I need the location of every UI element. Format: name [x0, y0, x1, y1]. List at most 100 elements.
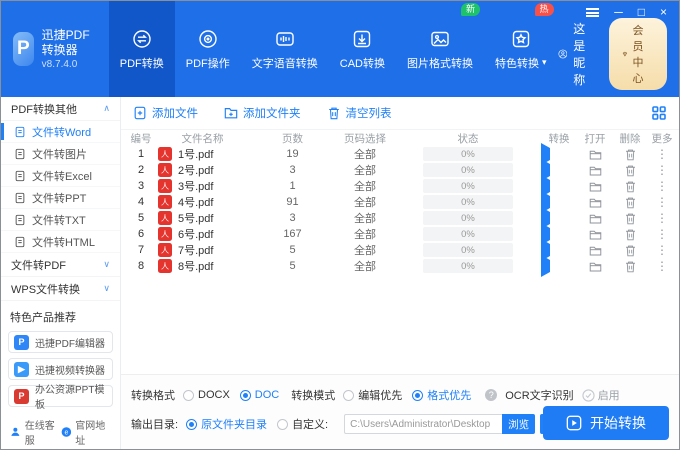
column-header: 打开 — [584, 132, 606, 145]
window-controls: ─ □ × — [586, 6, 667, 18]
trash-icon — [625, 197, 635, 208]
open-folder-button[interactable] — [577, 244, 613, 257]
vip-center-button[interactable]: 会员中心 — [608, 18, 667, 90]
ocr-enable-label: 启用 — [597, 390, 620, 402]
format-option[interactable]: DOC — [239, 389, 279, 401]
output-option[interactable]: 原文件夹目录 — [186, 416, 267, 432]
page-range-select[interactable]: 全部 — [335, 194, 395, 210]
page-range-select[interactable]: 全部 — [335, 210, 395, 226]
open-folder-button[interactable] — [577, 196, 613, 209]
open-folder-button[interactable] — [577, 212, 613, 225]
svg-text:e: e — [64, 429, 68, 436]
more-button[interactable]: ⋮ — [647, 195, 677, 209]
delete-button[interactable] — [613, 244, 647, 257]
website-link[interactable]: e 官网地址 — [61, 417, 112, 447]
online-service-link[interactable]: 在线客服 — [10, 417, 61, 447]
page-range-select[interactable]: 全部 — [335, 258, 395, 274]
close-icon[interactable]: × — [660, 6, 667, 18]
pdf-convert-icon — [133, 29, 151, 48]
more-button[interactable]: ⋮ — [647, 147, 677, 161]
add-folder-button[interactable]: 添加文件夹 — [224, 105, 301, 121]
column-header: 页数 — [282, 132, 303, 145]
page-range-select[interactable]: 全部 — [335, 178, 395, 194]
user-account[interactable]: 这是昵称 — [558, 20, 597, 88]
product-pdf-editor[interactable]: P 迅捷PDF编辑器 — [8, 331, 113, 353]
open-folder-button[interactable] — [577, 228, 613, 241]
ocr-enable-checkbox[interactable] — [582, 388, 595, 402]
minimize-icon[interactable]: ─ — [614, 6, 623, 18]
file-name-cell: 人 4号.pdf — [155, 194, 250, 210]
tab-pdf-operate[interactable]: PDF操作 — [175, 1, 241, 97]
more-button[interactable]: ⋮ — [647, 243, 677, 257]
more-button[interactable]: ⋮ — [647, 259, 677, 273]
topbar-right: ─ □ × 这是昵称 会员中心 — [558, 1, 679, 97]
mode-option[interactable]: 格式优先 — [412, 387, 471, 403]
folder-icon — [589, 198, 601, 207]
more-button[interactable]: ⋮ — [647, 179, 677, 193]
sidebar-section-pdf-convert-other[interactable]: PDF转换其他 ∧ — [1, 97, 120, 121]
delete-button[interactable] — [613, 148, 647, 161]
document-icon — [15, 170, 25, 181]
delete-button[interactable] — [613, 212, 647, 225]
sidebar-item-file-to-html[interactable]: 文件转HTML — [1, 231, 120, 253]
format-option[interactable]: DOCX — [183, 389, 230, 401]
sidebar-item-file-to-word[interactable]: 文件转Word — [1, 121, 120, 143]
tab-label: PDF转换 — [119, 57, 164, 70]
sidebar-item-file-to-excel[interactable]: 文件转Excel — [1, 165, 120, 187]
add-folder-icon — [224, 108, 238, 119]
browse-button[interactable]: 浏览 — [502, 414, 536, 434]
sidebar-section-file-to-pdf[interactable]: 文件转PDF ∨ — [1, 253, 120, 277]
product-video-converter[interactable]: ▶ 迅捷视频转换器 — [8, 358, 113, 380]
tab-pdf-convert[interactable]: PDF转换 — [108, 1, 175, 97]
grid-icon — [652, 106, 666, 120]
delete-button[interactable] — [613, 260, 647, 273]
pdf-file-icon: 人 — [158, 195, 172, 209]
tab-image-convert[interactable]: 图片格式转换 新 — [396, 1, 484, 97]
radio-icon — [277, 418, 289, 430]
tab-speech-convert[interactable]: 文字语音转换 — [241, 1, 329, 97]
progress-bar: 0% — [423, 195, 513, 209]
service-person-icon — [11, 427, 20, 436]
product-ppt-template[interactable]: P 办公资源PPT模板 — [8, 385, 113, 411]
main-panel: 添加文件 添加文件夹 清空列表 编号 文件名称 页数 页码选择 状态 转换 打开… — [121, 97, 679, 449]
page-range-select[interactable]: 全部 — [335, 146, 395, 162]
file-name: 6号.pdf — [178, 229, 214, 241]
radio-icon — [412, 389, 424, 401]
more-button[interactable]: ⋮ — [647, 211, 677, 225]
maximize-icon[interactable]: □ — [638, 6, 645, 18]
view-toggle-button[interactable] — [651, 105, 667, 121]
tab-special-convert[interactable]: 特色转换 ▾ 热 — [484, 1, 558, 97]
page-range-select[interactable]: 全部 — [335, 162, 395, 178]
start-convert-button[interactable]: 开始转换 — [543, 406, 669, 440]
menu-icon[interactable] — [586, 7, 600, 17]
page-range-select[interactable]: 全部 — [335, 226, 395, 242]
radio-icon — [186, 418, 198, 430]
open-folder-button[interactable] — [577, 180, 613, 193]
more-button[interactable]: ⋮ — [647, 227, 677, 241]
delete-button[interactable] — [613, 180, 647, 193]
output-path-input[interactable] — [344, 414, 503, 434]
open-folder-button[interactable] — [577, 148, 613, 161]
sidebar-section-wps-convert[interactable]: WPS文件转换 ∨ — [1, 277, 120, 301]
sidebar-item-file-to-ppt[interactable]: 文件转PPT — [1, 187, 120, 209]
page-range-select[interactable]: 全部 — [335, 242, 395, 258]
help-icon[interactable]: ? — [485, 389, 498, 401]
output-option[interactable]: 自定义: — [277, 416, 328, 432]
folder-icon — [589, 214, 601, 223]
tab-cad-convert[interactable]: CAD转换 — [329, 1, 396, 97]
user-area: 这是昵称 会员中心 — [558, 18, 667, 90]
delete-button[interactable] — [613, 164, 647, 177]
more-button[interactable]: ⋮ — [647, 163, 677, 177]
sidebar-item-file-to-image[interactable]: 文件转图片 — [1, 143, 120, 165]
sidebar-item-file-to-txt[interactable]: 文件转TXT — [1, 209, 120, 231]
delete-button[interactable] — [613, 196, 647, 209]
convert-play-button[interactable] — [541, 255, 550, 277]
add-file-button[interactable]: 添加文件 — [133, 105, 198, 121]
delete-button[interactable] — [613, 228, 647, 241]
trash-icon — [625, 261, 635, 272]
open-folder-button[interactable] — [577, 164, 613, 177]
clear-list-button[interactable]: 清空列表 — [327, 105, 392, 121]
mode-option[interactable]: 编辑优先 — [343, 387, 402, 403]
folder-icon — [589, 230, 601, 239]
open-folder-button[interactable] — [577, 260, 613, 273]
